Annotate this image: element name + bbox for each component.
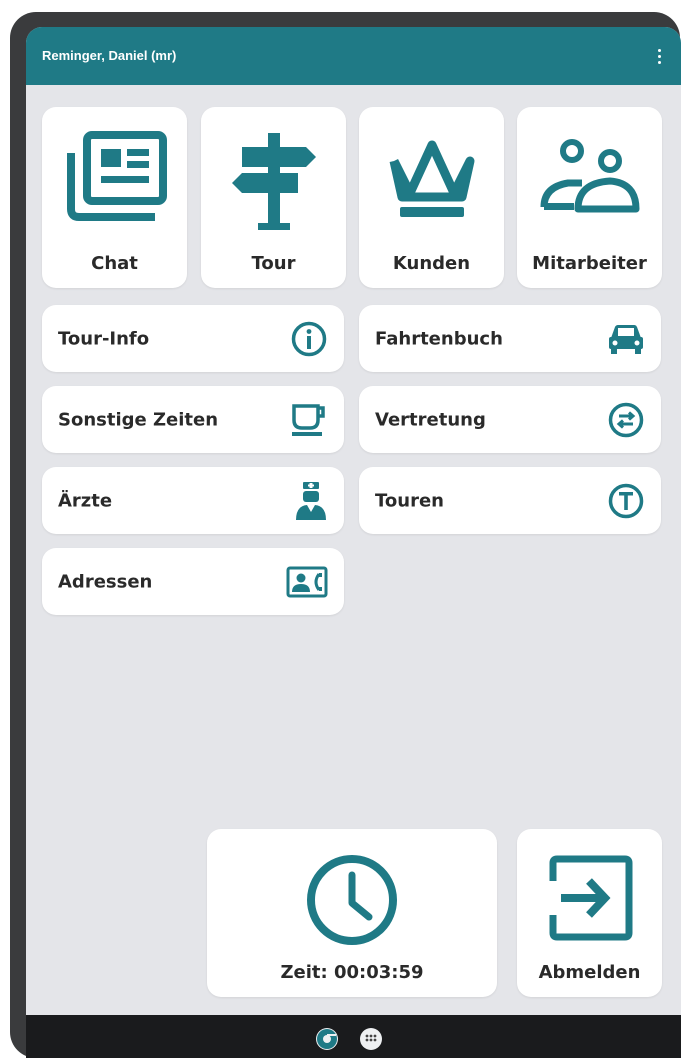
people-icon [540, 139, 639, 213]
signpost-icon [231, 133, 316, 230]
logout-card[interactable]: Abmelden [517, 829, 662, 997]
tile-label: Mitarbeiter [532, 253, 647, 274]
time-label: Zeit: 00:03:59 [280, 962, 424, 983]
contact-card-icon [286, 566, 328, 597]
app-drawer-icon[interactable] [360, 1028, 382, 1050]
time-card[interactable]: Zeit: 00:03:59 [207, 829, 497, 997]
row-label: Tour-Info [58, 328, 150, 349]
chrome-icon[interactable] [316, 1028, 338, 1050]
row-sonstige-zeiten[interactable]: Sonstige Zeiten [42, 386, 344, 453]
more-vert-icon[interactable] [655, 45, 663, 67]
clock-icon [307, 855, 397, 945]
tile-label: Kunden [392, 253, 471, 274]
tile-mitarbeiter[interactable]: Mitarbeiter [517, 107, 662, 288]
row-vertretung[interactable]: Vertretung [359, 386, 661, 453]
car-icon [609, 324, 643, 354]
row-touren[interactable]: Touren [359, 467, 661, 534]
swap-icon [608, 402, 644, 437]
row-label: Vertretung [375, 409, 486, 430]
row-label: Adressen [58, 571, 153, 592]
exit-icon [549, 855, 632, 941]
info-icon [291, 321, 327, 356]
doctor-icon [296, 481, 326, 520]
row-label: Sonstige Zeiten [58, 409, 219, 430]
user-title: Reminger, Daniel (mr) [42, 48, 177, 63]
row-fahrtenbuch[interactable]: Fahrtenbuch [359, 305, 661, 372]
tile-label: Tour [251, 253, 296, 274]
row-adressen[interactable]: Adressen [42, 548, 344, 615]
row-aerzte[interactable]: Ärzte [42, 467, 344, 534]
row-label: Fahrtenbuch [375, 328, 503, 349]
crown-icon [389, 140, 474, 217]
row-tour-info[interactable]: Tour-Info [42, 305, 344, 372]
system-nav-bar [26, 1015, 681, 1058]
tile-tour[interactable]: Tour [201, 107, 346, 288]
logout-label: Abmelden [538, 962, 641, 983]
tile-chat[interactable]: Chat [42, 107, 187, 288]
app-screen: Reminger, Daniel (mr) Chat Tour Kunden M… [26, 27, 681, 1042]
tile-label: Chat [91, 253, 138, 274]
newspaper-icon [66, 131, 167, 221]
app-bar: Reminger, Daniel (mr) [26, 27, 681, 85]
row-label: Ärzte [58, 490, 113, 511]
t-circle-icon [608, 483, 644, 518]
row-label: Touren [375, 490, 444, 511]
tile-kunden[interactable]: Kunden [359, 107, 504, 288]
coffee-cup-icon [292, 403, 325, 436]
